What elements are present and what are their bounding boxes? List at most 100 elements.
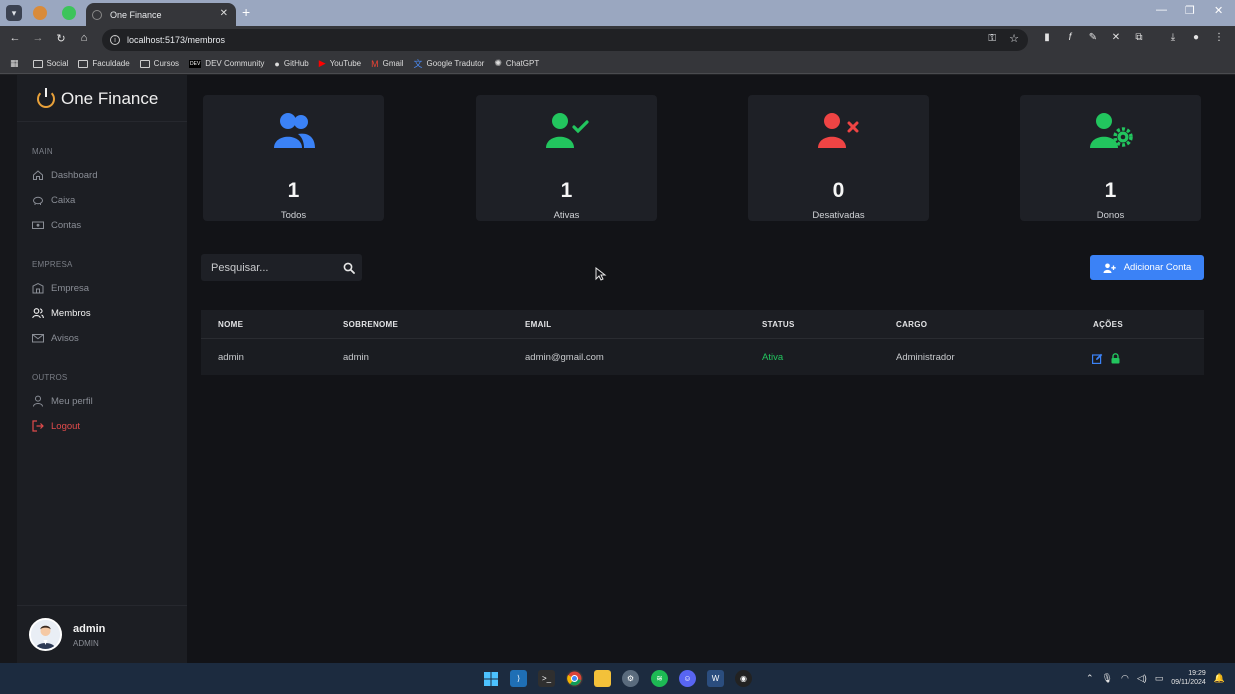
notification-bell-icon[interactable]: 🔔 — [1214, 673, 1225, 684]
bookmark-github[interactable]: ● GitHub — [274, 59, 308, 69]
sidebar-item-label: Logout — [51, 420, 81, 432]
new-tab-button[interactable]: + — [242, 5, 250, 19]
sidebar-item-logout[interactable]: Logout — [32, 418, 80, 434]
spotify-icon[interactable]: ≋ — [651, 670, 668, 687]
bookmark-star-icon[interactable]: ☆ — [1009, 32, 1019, 45]
column-header-cargo[interactable]: CARGO — [896, 320, 927, 329]
extension-icon[interactable]: ▮ — [1040, 32, 1054, 43]
stat-value: 0 — [832, 179, 845, 202]
restore-button[interactable]: ❐ — [1185, 4, 1195, 17]
lock-icon[interactable] — [1110, 351, 1121, 364]
chevron-up-icon[interactable]: ⌃ — [1086, 673, 1094, 684]
bookmark-cursos[interactable]: Cursos — [139, 59, 179, 68]
obs-icon[interactable]: ◉ — [735, 670, 752, 687]
column-header-nome[interactable]: NOME — [218, 320, 243, 329]
brand-logo[interactable]: One Finance — [37, 88, 159, 109]
site-info-icon[interactable]: i — [110, 35, 120, 45]
file-explorer-icon[interactable] — [594, 670, 611, 687]
extensions-icon[interactable]: ⧉ — [1132, 32, 1146, 43]
pinned-tab-icon[interactable] — [33, 6, 47, 20]
settings-icon[interactable]: ⚙ — [622, 670, 639, 687]
sidebar-item-empresa[interactable]: Empresa — [32, 280, 89, 296]
microphone-icon[interactable]: 🎙 — [1102, 673, 1113, 684]
section-main: MAIN — [32, 147, 53, 156]
bookmarks-bar: ▦ Social Faculdade Cursos DEV DEV Communi… — [0, 54, 1235, 74]
column-header-sobrenome[interactable]: SOBRENOME — [343, 320, 398, 329]
bookmark-gmail[interactable]: M Gmail — [371, 59, 403, 69]
download-icon[interactable]: ⤓ — [1166, 32, 1180, 43]
dev-icon: DEV — [189, 59, 202, 68]
folder-icon — [32, 59, 43, 68]
search-box — [201, 254, 362, 281]
tab-strip: ▾ One Finance ✕ + — ❐ ✕ — [0, 0, 1235, 26]
section-outros: OUTROS — [32, 373, 68, 382]
system-tray: ⌃ 🎙 ◠ ◁) ▭ 19:29 09/11/2024 🔔 — [1086, 669, 1225, 687]
tab-search-button[interactable]: ▾ — [6, 5, 22, 21]
wifi-icon[interactable]: ◠ — [1121, 673, 1129, 684]
cell-sobrenome: admin — [343, 352, 369, 363]
sidebar-item-dashboard[interactable]: Dashboard — [32, 167, 97, 183]
vscode-icon[interactable]: ⟩ — [510, 670, 527, 687]
menu-icon[interactable]: ⋮ — [1212, 32, 1226, 43]
clock[interactable]: 19:29 09/11/2024 — [1171, 669, 1206, 687]
address-bar[interactable]: i localhost:5173/membros ⚿ ☆ — [102, 29, 1028, 51]
sidebar-item-label: Meu perfil — [51, 395, 93, 407]
key-icon[interactable]: ⚿ — [988, 33, 996, 44]
sidebar-item-label: Membros — [51, 307, 91, 319]
discord-icon[interactable]: ☺ — [679, 670, 696, 687]
column-header-email[interactable]: EMAIL — [525, 320, 551, 329]
stat-value: 1 — [1104, 179, 1117, 202]
battery-icon[interactable]: ▭ — [1155, 673, 1164, 684]
sidebar-item-avisos[interactable]: Avisos — [32, 330, 79, 346]
windows-start-icon[interactable] — [482, 670, 499, 687]
eyedropper-extension-icon[interactable]: ✎ — [1086, 32, 1100, 43]
tab-active[interactable]: One Finance ✕ — [86, 3, 236, 26]
translate-extension-icon[interactable]: ✕ — [1109, 32, 1123, 43]
stat-card-todos: 1 Todos — [203, 95, 384, 221]
terminal-icon[interactable]: >_ — [538, 670, 555, 687]
sidebar-item-membros[interactable]: Membros — [32, 305, 91, 321]
tab-close-icon[interactable]: ✕ — [220, 8, 228, 19]
divider — [17, 121, 187, 122]
user-check-icon — [476, 111, 657, 151]
chrome-icon[interactable] — [566, 670, 583, 687]
app-icon[interactable]: W — [707, 670, 724, 687]
bookmark-youtube[interactable]: ▶ YouTube — [319, 58, 361, 69]
bookmark-google-tradutor[interactable]: 文 Google Tradutor — [414, 57, 485, 70]
search-input[interactable] — [201, 254, 336, 281]
reload-button[interactable]: ↻ — [53, 32, 69, 45]
envelope-icon — [32, 332, 44, 344]
volume-icon[interactable]: ◁) — [1137, 673, 1147, 684]
bookmark-dev-community[interactable]: DEV DEV Community — [189, 59, 264, 68]
apps-icon[interactable]: ▦ — [10, 58, 23, 69]
add-account-button[interactable]: Adicionar Conta — [1090, 255, 1204, 280]
brand-name: One Finance — [61, 89, 159, 108]
sidebar-item-caixa[interactable]: Caixa — [32, 192, 75, 208]
column-header-status[interactable]: STATUS — [762, 320, 795, 329]
back-button[interactable]: ← — [7, 32, 23, 44]
profile-icon[interactable]: ● — [1189, 32, 1203, 43]
folder-icon — [139, 59, 150, 68]
cell-cargo: Administrador — [896, 352, 955, 363]
bookmark-social[interactable]: Social — [32, 59, 68, 68]
search-icon[interactable] — [343, 261, 355, 279]
forward-button[interactable]: → — [30, 32, 46, 44]
formula-extension-icon[interactable]: f — [1063, 32, 1077, 43]
minimize-button[interactable]: — — [1156, 4, 1167, 16]
bookmark-faculdade[interactable]: Faculdade — [78, 59, 130, 68]
pinned-tab-power-icon[interactable] — [62, 6, 76, 20]
close-window-button[interactable]: ✕ — [1214, 4, 1223, 17]
sidebar-item-meu-perfil[interactable]: Meu perfil — [32, 393, 93, 409]
edit-icon[interactable] — [1092, 351, 1103, 364]
add-account-label: Adicionar Conta — [1123, 262, 1192, 273]
users-icon — [203, 111, 384, 151]
home-button[interactable]: ⌂ — [76, 32, 92, 44]
section-empresa: EMPRESA — [32, 260, 73, 269]
bookmark-chatgpt[interactable]: ✺ ChatGPT — [494, 58, 539, 69]
members-table: NOME SOBRENOME EMAIL STATUS CARGO AÇÕES … — [201, 310, 1204, 375]
avatar[interactable] — [29, 618, 62, 651]
sidebar-item-label: Avisos — [51, 332, 79, 344]
sidebar-item-contas[interactable]: Contas — [32, 217, 81, 233]
user-gear-icon — [1020, 111, 1201, 151]
building-icon — [32, 282, 44, 294]
